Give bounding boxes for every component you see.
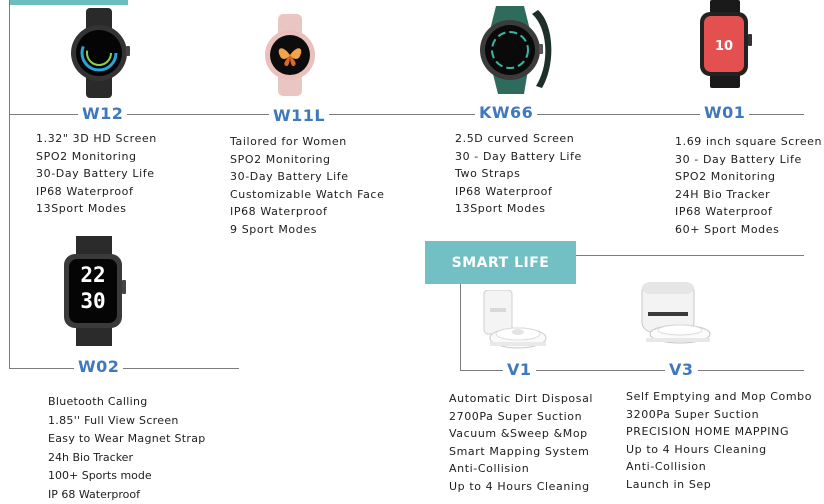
v3-spec: Launch in Sep	[626, 476, 812, 494]
w12-model-label: W12	[78, 105, 127, 123]
kw66-spec: Two Straps	[455, 165, 582, 183]
top-row-line	[9, 114, 804, 115]
w02-model-label: W02	[74, 358, 123, 376]
w11l-spec: Tailored for Women	[230, 133, 384, 151]
w02-time-hours: 22	[72, 264, 114, 286]
v3-spec: 3200Pa Super Suction	[626, 406, 812, 424]
w01-spec: SPO2 Monitoring	[675, 168, 822, 186]
v1-spec-list: Automatic Dirt Disposal 2700Pa Super Suc…	[449, 390, 593, 495]
pink-smartwatch-icon	[262, 14, 318, 96]
w12-spec-list: 1.32" 3D HD Screen SPO2 Monitoring 30-Da…	[36, 130, 157, 218]
robot-vacuum-station-icon	[636, 282, 714, 348]
top-accent-tab	[10, 0, 128, 5]
w01-spec: 1.69 inch square Screen	[675, 133, 822, 151]
left-vertical-line	[9, 0, 10, 369]
robot-vacuum-icon	[476, 290, 550, 354]
v3-spec: PRECISION HOME MAPPING	[626, 423, 812, 441]
v3-model-label: V3	[665, 361, 698, 379]
w11l-spec: IP68 Waterproof	[230, 203, 384, 221]
w02-spec-list: Bluetooth Calling 1.85'' Full View Scree…	[48, 393, 206, 504]
v1-spec: Automatic Dirt Disposal	[449, 390, 593, 408]
w02-time-minutes: 30	[72, 290, 114, 312]
v1-spec: Vacuum &Sweep &Mop	[449, 425, 593, 443]
v3-spec-list: Self Emptying and Mop Combo 3200Pa Super…	[626, 388, 812, 493]
kw66-model-label: KW66	[475, 104, 537, 122]
w02-spec: 100+ Sports mode	[48, 467, 206, 486]
w01-spec-list: 1.69 inch square Screen 30 - Day Battery…	[675, 133, 822, 238]
svg-text:10: 10	[715, 39, 733, 54]
w12-spec: IP68 Waterproof	[36, 183, 157, 201]
vacuum-vertical-line	[460, 284, 461, 370]
w02-spec: Easy to Wear Magnet Strap	[48, 430, 206, 449]
square-smartwatch-icon: 10	[696, 0, 754, 88]
w11l-spec-list: Tailored for Women SPO2 Monitoring 30-Da…	[230, 133, 384, 238]
w12-spec: 13Sport Modes	[36, 200, 157, 218]
v1-spec: Smart Mapping System	[449, 443, 593, 461]
v1-spec: 2700Pa Super Suction	[449, 408, 593, 426]
w01-model-label: W01	[700, 104, 749, 122]
kw66-spec: 2.5D curved Screen	[455, 130, 582, 148]
w01-spec: 30 - Day Battery Life	[675, 151, 822, 169]
v3-spec: Self Emptying and Mop Combo	[626, 388, 812, 406]
w01-spec: 60+ Sport Modes	[675, 221, 822, 239]
kw66-spec: 13Sport Modes	[455, 200, 582, 218]
v3-spec: Anti-Collision	[626, 458, 812, 476]
smart-life-line	[576, 255, 804, 256]
w02-spec: Bluetooth Calling	[48, 393, 206, 412]
w02-spec: IP 68 Waterproof	[48, 486, 206, 504]
w11l-spec: Customizable Watch Face	[230, 186, 384, 204]
w11l-spec: 30-Day Battery Life	[230, 168, 384, 186]
v1-spec: Up to 4 Hours Cleaning	[449, 478, 593, 496]
w01-spec: IP68 Waterproof	[675, 203, 822, 221]
round-smartwatch-icon	[66, 8, 132, 98]
w01-spec: 24H Bio Tracker	[675, 186, 822, 204]
w02-line	[9, 368, 239, 369]
kw66-spec: 30 - Day Battery Life	[455, 148, 582, 166]
v3-spec: Up to 4 Hours Cleaning	[626, 441, 812, 459]
w11l-model-label: W11L	[269, 107, 329, 125]
v1-model-label: V1	[503, 361, 536, 379]
w02-spec: 1.85'' Full View Screen	[48, 412, 206, 431]
kw66-spec-list: 2.5D curved Screen 30 - Day Battery Life…	[455, 130, 582, 218]
v1-spec: Anti-Collision	[449, 460, 593, 478]
w11l-spec: 9 Sport Modes	[230, 221, 384, 239]
green-smartwatch-icon	[470, 4, 554, 96]
w11l-spec: SPO2 Monitoring	[230, 151, 384, 169]
w12-spec: 1.32" 3D HD Screen	[36, 130, 157, 148]
w12-spec: SPO2 Monitoring	[36, 148, 157, 166]
smart-life-banner: SMART LIFE	[425, 241, 576, 284]
kw66-spec: IP68 Waterproof	[455, 183, 582, 201]
w12-spec: 30-Day Battery Life	[36, 165, 157, 183]
w02-spec: 24h Bio Tracker	[48, 449, 206, 468]
